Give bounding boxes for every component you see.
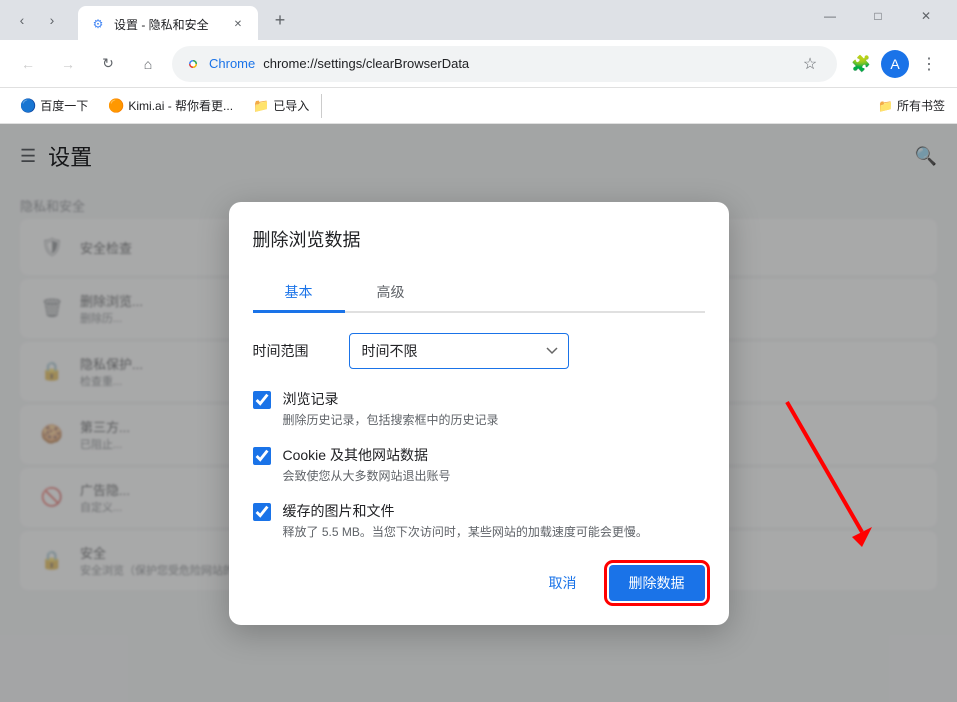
tab-bar: ‹ › ⚙ 设置 - 隐私和安全 ✕ + — □ ✕ — [0, 0, 957, 40]
time-range-row: 时间范围 时间不限 最近一小时 最近24小时 最近7天 最近4周 全部时间 — [253, 333, 705, 369]
extensions-button[interactable]: 🧩 — [845, 48, 877, 80]
bookmarks-right[interactable]: 📁 所有书签 — [878, 97, 945, 114]
kimi-icon: 🟠 — [108, 98, 124, 114]
bookmark-star-button[interactable]: ☆ — [796, 50, 824, 78]
home-button[interactable]: ⌂ — [132, 48, 164, 80]
chrome-logo-icon — [185, 56, 201, 72]
checkbox-row-0: 浏览记录 删除历史记录，包括搜索框中的历史记录 — [253, 389, 705, 429]
url-path-text: chrome://settings/clearBrowserData — [263, 56, 469, 71]
browse-history-label[interactable]: 浏览记录 — [283, 389, 705, 409]
browse-history-checkbox[interactable] — [253, 391, 271, 409]
checkbox-row-1: Cookie 及其他网站数据 会致使您从大多数网站退出账号 — [253, 445, 705, 485]
tab-favicon-icon: ⚙ — [90, 16, 106, 32]
bookmark-imported[interactable]: 📁 已导入 — [245, 93, 317, 118]
tab-prev-button[interactable]: ‹ — [8, 6, 36, 34]
delete-data-button[interactable]: 删除数据 — [609, 565, 705, 601]
active-tab[interactable]: ⚙ 设置 - 隐私和安全 ✕ — [78, 6, 258, 42]
tab-nav-buttons: ‹ › — [8, 6, 66, 34]
dialog-tabs: 基本 高级 — [253, 272, 705, 313]
cache-text: 缓存的图片和文件 释放了 5.5 MB。当您下次访问时，某些网站的加载速度可能会… — [283, 501, 705, 541]
cache-checkbox[interactable] — [253, 503, 271, 521]
tab-basic[interactable]: 基本 — [253, 274, 345, 313]
kimi-label: Kimi.ai - 帮你看更... — [128, 97, 233, 114]
baidu-icon: 🔵 — [20, 98, 36, 114]
window-controls: — □ ✕ — [807, 0, 949, 32]
address-bar-icons: 🧩 A ⋮ — [845, 48, 945, 80]
cache-label[interactable]: 缓存的图片和文件 — [283, 501, 705, 521]
cookie-label[interactable]: Cookie 及其他网站数据 — [283, 445, 705, 465]
dialog-title: 删除浏览数据 — [253, 226, 705, 252]
all-bookmarks-icon: 📁 — [878, 99, 893, 113]
time-range-label: 时间范围 — [253, 341, 333, 361]
cache-desc: 释放了 5.5 MB。当您下次访问时，某些网站的加载速度可能会更慢。 — [283, 525, 648, 539]
modal-overlay: 删除浏览数据 基本 高级 时间范围 时间不限 最近一小时 最近24小时 最近7天… — [0, 124, 957, 702]
baidu-label: 百度一下 — [40, 97, 88, 114]
bookmarks-bar: 🔵 百度一下 🟠 Kimi.ai - 帮你看更... 📁 已导入 📁 所有书签 — [0, 88, 957, 124]
time-range-select[interactable]: 时间不限 最近一小时 最近24小时 最近7天 最近4周 全部时间 — [349, 333, 569, 369]
bookmarks-divider — [321, 94, 322, 118]
profile-button[interactable]: A — [881, 50, 909, 78]
checkbox-wrap-0 — [253, 391, 271, 414]
tab-next-button[interactable]: › — [38, 6, 66, 34]
all-bookmarks-label: 所有书签 — [897, 97, 945, 114]
browse-history-desc: 删除历史记录，包括搜索框中的历史记录 — [283, 413, 499, 427]
clear-browser-data-dialog: 删除浏览数据 基本 高级 时间范围 时间不限 最近一小时 最近24小时 最近7天… — [229, 202, 729, 625]
bookmark-kimi[interactable]: 🟠 Kimi.ai - 帮你看更... — [100, 93, 241, 118]
maximize-button[interactable]: □ — [855, 0, 901, 32]
url-bar[interactable]: Chrome chrome://settings/clearBrowserDat… — [172, 46, 837, 82]
forward-button[interactable]: → — [52, 48, 84, 80]
new-tab-button[interactable]: + — [266, 6, 294, 34]
reload-button[interactable]: ↻ — [92, 48, 124, 80]
imported-label: 已导入 — [273, 97, 309, 114]
browse-history-text: 浏览记录 删除历史记录，包括搜索框中的历史记录 — [283, 389, 705, 429]
tab-advanced[interactable]: 高级 — [345, 274, 437, 313]
bookmark-baidu[interactable]: 🔵 百度一下 — [12, 93, 96, 118]
imported-icon: 📁 — [253, 98, 269, 114]
cookie-text: Cookie 及其他网站数据 会致使您从大多数网站退出账号 — [283, 445, 705, 485]
minimize-button[interactable]: — — [807, 0, 853, 32]
dialog-footer: 取消 删除数据 — [253, 565, 705, 601]
cookie-desc: 会致使您从大多数网站退出账号 — [283, 469, 451, 483]
settings-page: ☰ 设置 🔍 隐私和安全 🛡 安全检查 🗑 删除浏览... 删除历... 🔒 — [0, 124, 957, 702]
cookie-checkbox[interactable] — [253, 447, 271, 465]
checkbox-row-2: 缓存的图片和文件 释放了 5.5 MB。当您下次访问时，某些网站的加载速度可能会… — [253, 501, 705, 541]
tab-close-button[interactable]: ✕ — [230, 16, 246, 32]
back-button[interactable]: ← — [12, 48, 44, 80]
address-bar: ← → ↻ ⌂ Chrome chrome://settings/clearBr… — [0, 40, 957, 88]
tab-title: 设置 - 隐私和安全 — [114, 16, 222, 33]
cancel-button[interactable]: 取消 — [529, 565, 597, 601]
menu-button[interactable]: ⋮ — [913, 48, 945, 80]
close-button[interactable]: ✕ — [903, 0, 949, 32]
url-brand-label: Chrome — [209, 56, 255, 71]
checkbox-wrap-2 — [253, 503, 271, 526]
browser-window: ‹ › ⚙ 设置 - 隐私和安全 ✕ + — □ ✕ ← → ↻ ⌂ — [0, 0, 957, 702]
checkbox-wrap-1 — [253, 447, 271, 470]
